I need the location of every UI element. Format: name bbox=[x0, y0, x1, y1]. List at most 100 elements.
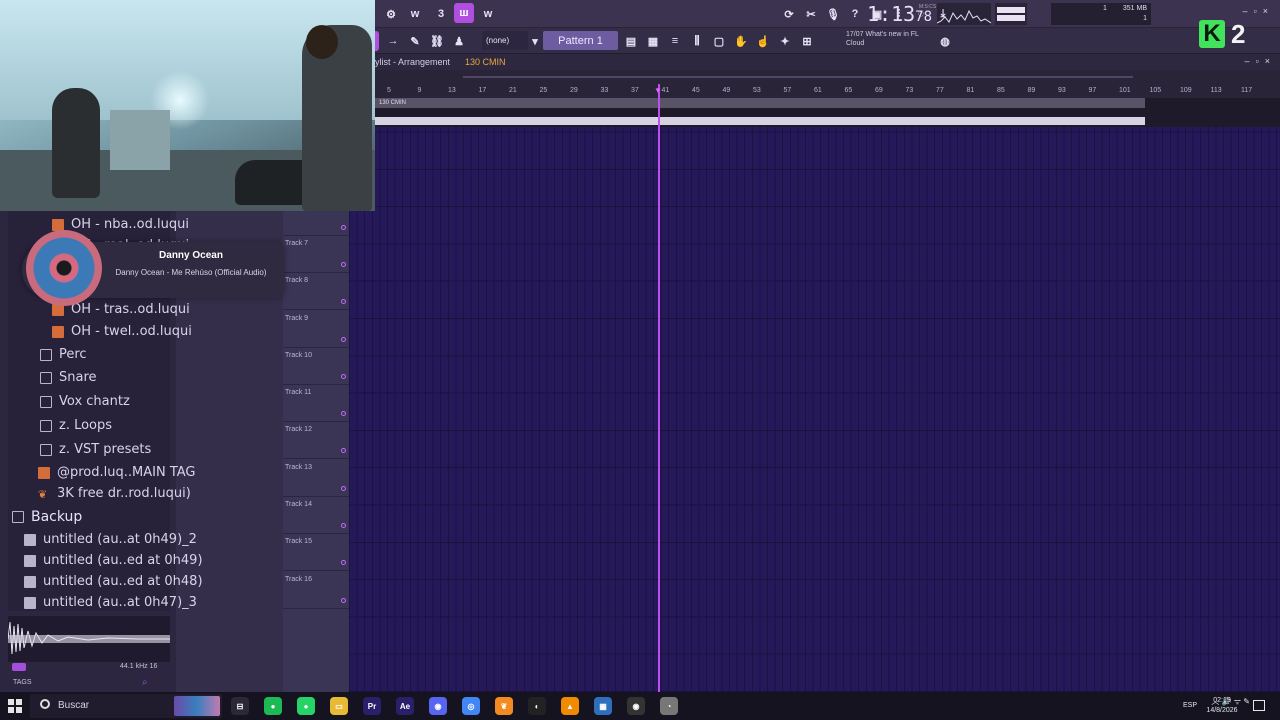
chevron-down-icon[interactable]: ▾ bbox=[529, 31, 541, 51]
plugin-picker-icon[interactable]: ✋ bbox=[731, 31, 751, 51]
arrow-right-icon[interactable]: → bbox=[383, 31, 403, 51]
browser-icon[interactable]: ▢ bbox=[709, 31, 729, 51]
track-mute-icon[interactable] bbox=[341, 560, 346, 566]
browser-item[interactable]: Snare bbox=[40, 367, 97, 388]
help-icon[interactable]: ? bbox=[845, 4, 865, 24]
track-header[interactable]: Track 12 bbox=[283, 422, 349, 460]
windows-start-icon[interactable] bbox=[8, 699, 22, 713]
search-icon bbox=[40, 699, 50, 709]
browser-item[interactable]: z. VST presets bbox=[40, 439, 151, 460]
spotify-icon[interactable]: ● bbox=[264, 697, 282, 715]
browser-item[interactable]: z. Loops bbox=[40, 415, 112, 436]
calculator-icon[interactable]: ▦ bbox=[594, 697, 612, 715]
track-mute-icon[interactable] bbox=[341, 261, 346, 267]
track-mute-icon[interactable] bbox=[341, 411, 346, 417]
track-mute-icon[interactable] bbox=[341, 336, 346, 342]
browser-item[interactable]: Perc bbox=[40, 344, 87, 365]
chat-icon[interactable]: ◌ bbox=[911, 4, 931, 24]
taskbar-search[interactable]: Buscar bbox=[30, 694, 222, 718]
stamp-icon[interactable]: ♟ bbox=[449, 31, 469, 51]
touch-icon[interactable]: ☝ bbox=[753, 31, 773, 51]
window-controls[interactable]: –▫× bbox=[1243, 6, 1274, 16]
track-header[interactable]: Track 11 bbox=[283, 385, 349, 423]
chrome-icon[interactable]: ◎ bbox=[462, 697, 480, 715]
mixer-icon[interactable]: ⫼ bbox=[687, 31, 707, 51]
audio-clip[interactable] bbox=[375, 117, 1145, 125]
track-header[interactable]: Track 8 bbox=[283, 273, 349, 311]
timeline-ruler[interactable]: 5 9 13 17 21 25 29 33 37 41 45 49 53 57 61 65 69 73 77 81 85… bbox=[375, 84, 1280, 98]
explorer-icon[interactable]: ▭ bbox=[330, 697, 348, 715]
playlist-title[interactable]: ylist - Arrangement bbox=[375, 57, 450, 67]
fl-studio-icon[interactable]: ❦ bbox=[495, 697, 513, 715]
browser-item[interactable]: untitled (au..at 0h49)_2 bbox=[24, 529, 197, 550]
track-mute-icon[interactable] bbox=[341, 224, 346, 230]
track-header[interactable]: Track 7 bbox=[283, 236, 349, 273]
scroll-thumb[interactable] bbox=[463, 76, 1133, 78]
browser-item[interactable]: OH - twel..od.luqui bbox=[52, 321, 192, 342]
task-view-icon[interactable]: ⊟ bbox=[231, 697, 249, 715]
horizontal-scrollbar[interactable] bbox=[375, 70, 1280, 84]
save-icon[interactable]: ▣ bbox=[867, 4, 887, 24]
track-mute-icon[interactable] bbox=[341, 299, 346, 305]
browser-item[interactable]: untitled (au..ed at 0h48) bbox=[24, 571, 203, 592]
track-mute-icon[interactable] bbox=[341, 448, 346, 454]
playhead-marker[interactable]: ▼ bbox=[654, 86, 664, 95]
playlist-icon[interactable]: ▤ bbox=[621, 31, 641, 51]
snap-select[interactable]: (none) bbox=[482, 31, 528, 50]
cut-icon[interactable]: ✂ bbox=[801, 4, 821, 24]
input-language[interactable]: ESP bbox=[1183, 702, 1197, 709]
link-icon[interactable]: ⛓ bbox=[427, 31, 447, 51]
mic-icon[interactable]: 🎙 bbox=[823, 4, 843, 24]
track-header[interactable]: Track 16 bbox=[283, 572, 349, 609]
pattern-select[interactable]: Pattern 1 bbox=[543, 31, 618, 50]
channel-rack-icon[interactable]: ≡ bbox=[665, 31, 685, 51]
piano-roll-icon[interactable]: ▦ bbox=[643, 31, 663, 51]
track-mute-icon[interactable] bbox=[341, 523, 346, 528]
tags-search-icon[interactable]: ⌕ bbox=[142, 677, 148, 688]
blend-icon[interactable]: w bbox=[478, 4, 498, 24]
track-mute-icon[interactable] bbox=[341, 485, 346, 491]
browser-item[interactable]: Backup bbox=[12, 506, 82, 527]
whatsapp-icon[interactable]: ● bbox=[297, 697, 315, 715]
browser-item[interactable]: ❦ 3K free dr..rod.luqui) bbox=[38, 483, 191, 504]
count-in-icon[interactable]: 3 bbox=[431, 4, 451, 24]
undo-icon[interactable]: ⟳ bbox=[779, 4, 799, 24]
track-header[interactable]: Track 13 bbox=[283, 460, 349, 497]
browser-item[interactable]: @prod.luq..MAIN TAG bbox=[38, 462, 196, 483]
track-header[interactable]: Track 10 bbox=[283, 348, 349, 385]
playhead[interactable] bbox=[658, 84, 660, 692]
preview-play-button[interactable] bbox=[12, 663, 26, 671]
rec-icon[interactable]: ⚙ bbox=[381, 4, 401, 24]
step-edit-icon[interactable]: ш bbox=[454, 3, 474, 23]
playlist-grid[interactable] bbox=[349, 127, 1280, 692]
metronome-icon[interactable]: w bbox=[405, 4, 425, 24]
notification-icon[interactable] bbox=[1253, 700, 1265, 711]
track-mute-icon[interactable] bbox=[341, 597, 346, 603]
browser-item[interactable]: untitled (au..at 0h47)_3 bbox=[24, 592, 197, 613]
track-header[interactable]: Track 14 bbox=[283, 497, 349, 534]
track-header[interactable]: Track 15 bbox=[283, 534, 349, 572]
browser-item[interactable]: Vox chantz bbox=[40, 391, 130, 412]
track-header[interactable]: Track 9 bbox=[283, 311, 349, 348]
ruler-label: 105 bbox=[1149, 87, 1162, 94]
obs-icon[interactable]: ◉ bbox=[627, 697, 645, 715]
waveform-preview[interactable] bbox=[8, 616, 170, 662]
file-orange-icon bbox=[38, 466, 50, 479]
plugin-icon[interactable]: ⫶ bbox=[889, 4, 909, 24]
tempo-icon[interactable]: ✦ bbox=[775, 31, 795, 51]
vlc-icon[interactable]: ▲ bbox=[561, 697, 579, 715]
cart-icon[interactable]: ⊞ bbox=[797, 31, 817, 51]
playlist-tempo[interactable]: 130 CMIN bbox=[465, 57, 506, 67]
app-icon[interactable]: ◔ bbox=[660, 697, 678, 715]
taskbar-clock[interactable]: 02:19 14/8/2026 bbox=[1202, 696, 1242, 716]
capcut-icon[interactable]: ◐ bbox=[528, 697, 546, 715]
draw-icon[interactable]: ✎ bbox=[405, 31, 425, 51]
premiere-icon[interactable]: Pr bbox=[363, 697, 381, 715]
globe-icon[interactable]: ◍ bbox=[935, 31, 955, 51]
discord-icon[interactable]: ◉ bbox=[429, 697, 447, 715]
after-effects-icon[interactable]: Ae bbox=[396, 697, 414, 715]
playlist-window-controls[interactable]: –▫× bbox=[1245, 56, 1276, 66]
track-mute-icon[interactable] bbox=[341, 373, 346, 379]
download-icon[interactable]: ⤓ bbox=[933, 4, 953, 24]
browser-item[interactable]: untitled (au..ed at 0h49) bbox=[24, 550, 203, 571]
